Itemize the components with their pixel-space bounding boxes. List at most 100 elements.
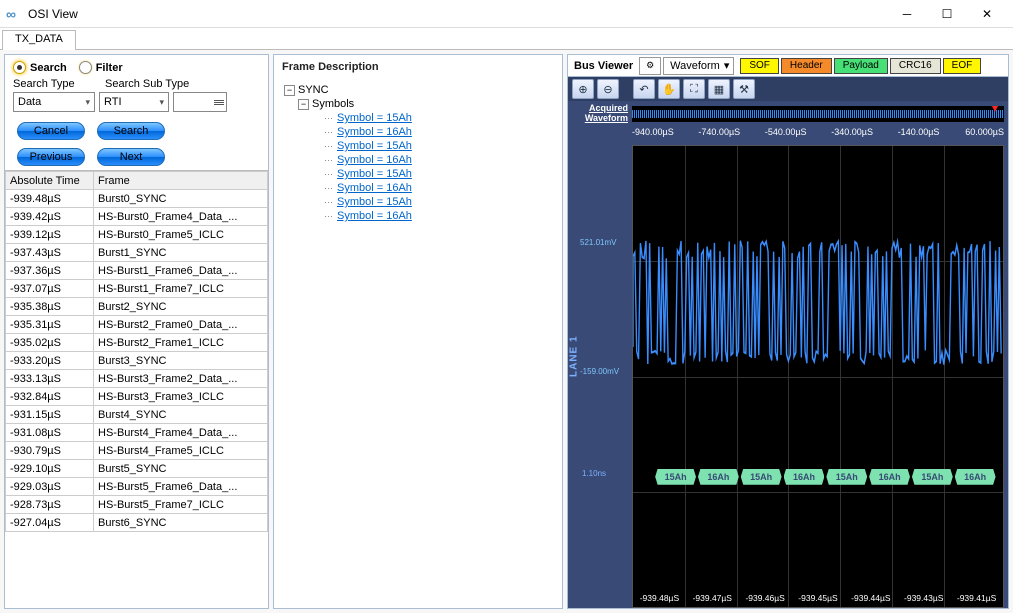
table-row[interactable]: -937.07µSHS-Burst1_Frame7_ICLC <box>6 280 268 298</box>
search-type-select[interactable]: Data▾ <box>13 92 95 112</box>
radio-search[interactable]: Search <box>13 61 67 74</box>
symbol-badge: 15Ah <box>741 469 782 485</box>
table-row[interactable]: -927.04µSBurst6_SYNC <box>6 514 268 532</box>
table-row[interactable]: -932.84µSHS-Burst3_Frame3_ICLC <box>6 388 268 406</box>
cell-time: -935.02µS <box>6 334 94 352</box>
tree-leaf-icon <box>324 155 334 166</box>
table-row[interactable]: -939.42µSHS-Burst0_Frame4_Data_... <box>6 208 268 226</box>
decoded-symbol-row: 15Ah16Ah15Ah16Ah15Ah16Ah15Ah16Ah <box>655 469 995 485</box>
tab-strip: TX_DATA <box>0 28 1013 50</box>
col-frame[interactable]: Frame <box>94 172 268 190</box>
label-search-type: Search Type <box>13 78 105 90</box>
view-mode-select[interactable]: Waveform▾ <box>663 57 734 75</box>
search-value-input[interactable] <box>173 92 227 112</box>
cell-time: -927.04µS <box>6 514 94 532</box>
table-row[interactable]: -939.48µSBurst0_SYNC <box>6 190 268 208</box>
col-time[interactable]: Absolute Time <box>6 172 94 190</box>
window-title: OSI View <box>28 7 887 21</box>
bus-viewer-title: Bus Viewer <box>568 60 639 72</box>
cell-frame: HS-Burst1_Frame6_Data_... <box>94 262 268 280</box>
cell-time: -937.36µS <box>6 262 94 280</box>
table-row[interactable]: -933.13µSHS-Burst3_Frame2_Data_... <box>6 370 268 388</box>
frame-tree: −SYNC −Symbols Symbol = 15AhSymbol = 16A… <box>274 79 562 227</box>
table-row[interactable]: -929.10µSBurst5_SYNC <box>6 460 268 478</box>
cell-frame: Burst0_SYNC <box>94 190 268 208</box>
table-row[interactable]: -937.36µSHS-Burst1_Frame6_Data_... <box>6 262 268 280</box>
search-subtype-select[interactable]: RTI▾ <box>99 92 169 112</box>
close-button[interactable]: ✕ <box>967 0 1007 28</box>
caret-down-icon: ▾ <box>724 59 730 72</box>
cell-frame: Burst1_SYNC <box>94 244 268 262</box>
table-row[interactable]: -931.08µSHS-Burst4_Frame4_Data_... <box>6 424 268 442</box>
cell-time: -933.20µS <box>6 352 94 370</box>
tree-node-symbol[interactable]: Symbol = 16Ah <box>284 181 552 195</box>
cancel-button[interactable]: Cancel <box>17 122 85 140</box>
tree-node-symbols[interactable]: −Symbols <box>284 97 552 111</box>
undo-button[interactable]: ↶ <box>633 79 655 99</box>
minimize-button[interactable]: ─ <box>887 0 927 28</box>
table-row[interactable]: -935.02µSHS-Burst2_Frame1_ICLC <box>6 334 268 352</box>
maximize-button[interactable]: ☐ <box>927 0 967 28</box>
zoom-out-button[interactable]: ⊖ <box>597 79 619 99</box>
tree-node-symbol[interactable]: Symbol = 15Ah <box>284 139 552 153</box>
table-row[interactable]: -939.12µSHS-Burst0_Frame5_ICLC <box>6 226 268 244</box>
cell-time: -937.07µS <box>6 280 94 298</box>
radio-filter[interactable]: Filter <box>79 61 123 74</box>
bus-viewer-panel: Bus Viewer ⚙ Waveform▾ SOF Header Payloa… <box>567 54 1009 609</box>
cell-frame: HS-Burst0_Frame4_Data_... <box>94 208 268 226</box>
table-row[interactable]: -935.31µSHS-Burst2_Frame0_Data_... <box>6 316 268 334</box>
cell-frame: Burst3_SYNC <box>94 352 268 370</box>
acq-button[interactable]: ▦ <box>708 79 730 99</box>
window-titlebar: ∞ OSI View ─ ☐ ✕ <box>0 0 1013 28</box>
overview-waveform[interactable] <box>632 106 1004 122</box>
tree-node-sync[interactable]: −SYNC <box>284 83 552 97</box>
cell-time: -939.12µS <box>6 226 94 244</box>
settings-button[interactable]: ⚒ <box>733 79 755 99</box>
cell-time: -931.08µS <box>6 424 94 442</box>
cell-frame: Burst5_SYNC <box>94 460 268 478</box>
cell-frame: HS-Burst4_Frame5_ICLC <box>94 442 268 460</box>
cell-frame: HS-Burst1_Frame7_ICLC <box>94 280 268 298</box>
caret-down-icon: ▾ <box>85 97 90 108</box>
tree-leaf-icon <box>324 127 334 138</box>
table-row[interactable]: -930.79µSHS-Burst4_Frame5_ICLC <box>6 442 268 460</box>
cell-time: -935.31µS <box>6 316 94 334</box>
previous-button[interactable]: Previous <box>17 148 85 166</box>
next-button[interactable]: Next <box>97 148 165 166</box>
waveform-plot[interactable]: 15Ah16Ah15Ah16Ah15Ah16Ah15Ah16Ah -939.48… <box>632 145 1004 608</box>
tree-leaf-icon <box>324 197 334 208</box>
tab-tx-data[interactable]: TX_DATA <box>2 30 76 50</box>
table-row[interactable]: -931.15µSBurst4_SYNC <box>6 406 268 424</box>
tree-node-symbol[interactable]: Symbol = 15Ah <box>284 195 552 209</box>
table-row[interactable]: -929.03µSHS-Burst5_Frame6_Data_... <box>6 478 268 496</box>
collapse-icon[interactable]: − <box>284 85 295 96</box>
pan-button[interactable]: ✋ <box>658 79 680 99</box>
tree-node-symbol[interactable]: Symbol = 16Ah <box>284 209 552 223</box>
fit-button[interactable]: ⛶ <box>683 79 705 99</box>
tree-node-symbol[interactable]: Symbol = 15Ah <box>284 111 552 125</box>
table-row[interactable]: -933.20µSBurst3_SYNC <box>6 352 268 370</box>
table-row[interactable]: -935.38µSBurst2_SYNC <box>6 298 268 316</box>
cell-time: -931.15µS <box>6 406 94 424</box>
badge-header: Header <box>781 58 832 74</box>
search-panel: Search Filter Search Type Search Sub Typ… <box>4 54 269 609</box>
zoom-in-button[interactable]: ⊕ <box>572 79 594 99</box>
tree-node-symbol[interactable]: Symbol = 16Ah <box>284 125 552 139</box>
table-row[interactable]: -928.73µSHS-Burst5_Frame7_ICLC <box>6 496 268 514</box>
tree-node-symbol[interactable]: Symbol = 16Ah <box>284 153 552 167</box>
collapse-icon[interactable]: − <box>298 99 309 110</box>
results-table-scroll[interactable]: Absolute Time Frame -939.48µSBurst0_SYNC… <box>5 170 268 608</box>
config-button[interactable]: ⚙ <box>639 57 661 75</box>
badge-eof: EOF <box>943 58 982 74</box>
app-logo-icon: ∞ <box>6 6 22 22</box>
table-row[interactable]: -937.43µSBurst1_SYNC <box>6 244 268 262</box>
frame-desc-title: Frame Description <box>274 55 562 79</box>
search-button[interactable]: Search <box>97 122 165 140</box>
symbol-badge: 16Ah <box>784 469 825 485</box>
cell-time: -930.79µS <box>6 442 94 460</box>
acquired-waveform-label: Acquired Waveform <box>568 104 632 124</box>
cell-time: -929.10µS <box>6 460 94 478</box>
cell-time: -932.84µS <box>6 388 94 406</box>
viewer-toolbar: ⊕ ⊖ ↶ ✋ ⛶ ▦ ⚒ <box>568 77 1008 101</box>
tree-node-symbol[interactable]: Symbol = 15Ah <box>284 167 552 181</box>
